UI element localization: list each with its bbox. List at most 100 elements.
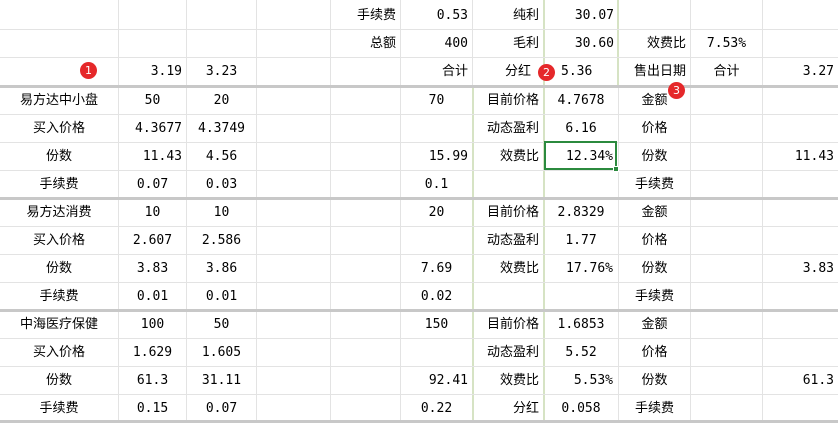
fund-cell[interactable]: 动态盈利 xyxy=(474,227,543,255)
fund-cell[interactable]: 份数 xyxy=(0,255,118,283)
fund-cell[interactable]: 动态盈利 xyxy=(474,115,543,143)
fund-cell[interactable]: 手续费 xyxy=(619,283,690,311)
dividend-value[interactable]: 5.36 xyxy=(557,58,607,86)
fund-cell[interactable]: 目前价格 xyxy=(474,87,543,115)
fund-cell[interactable]: 20 xyxy=(187,87,256,115)
fund-cell[interactable]: 150 xyxy=(401,311,472,339)
net-profit-value[interactable]: 30.07 xyxy=(545,2,618,30)
spreadsheet-grid[interactable]: 手续费 0.53 纯利 30.07 总额 400 毛利 30.60 效费比 7.… xyxy=(0,0,838,423)
fund-cell[interactable]: 价格 xyxy=(619,339,690,367)
fund-cell[interactable]: 手续费 xyxy=(0,283,118,311)
fund-cell[interactable]: 70 xyxy=(401,87,472,115)
fund-cell[interactable]: 金额 xyxy=(619,199,690,227)
net-profit-label[interactable]: 纯利 xyxy=(473,2,543,30)
grid-line xyxy=(330,0,331,423)
fund-name[interactable]: 中海医疗保健 xyxy=(0,311,118,339)
fund-cell[interactable]: 效费比 xyxy=(474,367,543,395)
gross-profit-label[interactable]: 毛利 xyxy=(473,30,543,58)
fund-cell[interactable]: 0.03 xyxy=(187,171,256,199)
fund-cell[interactable]: 手续费 xyxy=(619,395,690,423)
fund-cell[interactable]: 2.586 xyxy=(187,227,256,255)
fund-cell[interactable]: 61.3 xyxy=(119,367,186,395)
fund-cell[interactable]: 4.7678 xyxy=(545,87,617,115)
fund-cell[interactable]: 份数 xyxy=(619,143,690,171)
fund-cell[interactable]: 目前价格 xyxy=(474,311,543,339)
fund-cell[interactable]: 10 xyxy=(187,199,256,227)
fund-cell[interactable]: 50 xyxy=(119,87,186,115)
fund-cell[interactable]: 份数 xyxy=(0,367,118,395)
fund-cell[interactable]: 0.1 xyxy=(401,171,472,199)
fund-cell[interactable]: 0.058 xyxy=(545,395,617,423)
fund-cell[interactable]: 0.01 xyxy=(187,283,256,311)
fund-name[interactable]: 易方达消费 xyxy=(0,199,118,227)
summary-value-2[interactable]: 3.23 xyxy=(187,58,256,86)
selected-cell[interactable] xyxy=(544,141,617,170)
fund-cell[interactable]: 2.607 xyxy=(119,227,186,255)
fund-cell[interactable]: 买入价格 xyxy=(0,339,118,367)
fund-cell[interactable]: 分红 xyxy=(474,395,543,423)
fund-cell[interactable]: 3.86 xyxy=(187,255,256,283)
summary-value-1[interactable]: 3.19 xyxy=(119,58,186,86)
fund-cell[interactable]: 20 xyxy=(401,199,472,227)
fund-cell[interactable]: 手续费 xyxy=(0,171,118,199)
fund-cell[interactable]: 份数 xyxy=(0,143,118,171)
fund-cell[interactable]: 1.6853 xyxy=(545,311,617,339)
fund-cell[interactable]: 买入价格 xyxy=(0,115,118,143)
total-amount-value[interactable]: 400 xyxy=(401,30,472,58)
fund-cell[interactable]: 2.8329 xyxy=(545,199,617,227)
fee-label[interactable]: 手续费 xyxy=(331,2,400,30)
fund-cell[interactable]: 手续费 xyxy=(619,171,690,199)
total-amount-label[interactable]: 总额 xyxy=(331,30,400,58)
fund-cell[interactable]: 15.99 xyxy=(401,143,472,171)
fund-cell[interactable]: 5.53% xyxy=(545,367,617,395)
ratio-label[interactable]: 效费比 xyxy=(619,30,690,58)
fund-cell[interactable]: 金额 xyxy=(619,87,690,115)
sum-value-2[interactable]: 3.27 xyxy=(763,58,838,86)
ratio-value[interactable]: 7.53% xyxy=(691,30,762,58)
fund-cell[interactable]: 10 xyxy=(119,199,186,227)
fund-cell[interactable]: 1.629 xyxy=(119,339,186,367)
fund-name[interactable]: 易方达中小盘 xyxy=(0,87,118,115)
fund-cell[interactable]: 1.77 xyxy=(545,227,617,255)
fund-cell[interactable]: 50 xyxy=(187,311,256,339)
fund-cell[interactable]: 动态盈利 xyxy=(474,339,543,367)
fund-cell[interactable]: 0.22 xyxy=(401,395,472,423)
fund-cell[interactable]: 100 xyxy=(119,311,186,339)
fund-cell[interactable]: 份数 xyxy=(619,367,690,395)
fund-cell[interactable]: 11.43 xyxy=(763,143,838,171)
fund-cell[interactable]: 61.3 xyxy=(763,367,838,395)
fund-cell[interactable]: 效费比 xyxy=(474,143,543,171)
fund-cell[interactable]: 0.07 xyxy=(187,395,256,423)
fund-cell[interactable]: 0.01 xyxy=(119,283,186,311)
fund-cell[interactable]: 目前价格 xyxy=(474,199,543,227)
fund-cell[interactable]: 手续费 xyxy=(0,395,118,423)
fund-cell[interactable]: 0.15 xyxy=(119,395,186,423)
fund-cell[interactable]: 17.76% xyxy=(545,255,617,283)
fund-cell[interactable]: 7.69 xyxy=(401,255,472,283)
fund-cell[interactable]: 买入价格 xyxy=(0,227,118,255)
fund-cell[interactable]: 31.11 xyxy=(187,367,256,395)
fund-cell[interactable]: 份数 xyxy=(619,255,690,283)
fund-cell[interactable]: 6.16 xyxy=(545,115,617,143)
fund-cell[interactable]: 0.02 xyxy=(401,283,472,311)
dividend-label[interactable]: 分红 xyxy=(473,58,535,86)
fee-value[interactable]: 0.53 xyxy=(401,2,472,30)
fund-cell[interactable]: 4.3677 xyxy=(119,115,186,143)
fund-cell[interactable]: 5.52 xyxy=(545,339,617,367)
fund-cell[interactable]: 4.56 xyxy=(187,143,256,171)
fund-cell[interactable]: 价格 xyxy=(619,227,690,255)
sum-label[interactable]: 合计 xyxy=(401,58,472,86)
sum-label-2[interactable]: 合计 xyxy=(691,58,762,86)
fund-cell[interactable]: 11.43 xyxy=(119,143,186,171)
fund-cell[interactable]: 0.07 xyxy=(119,171,186,199)
fund-cell[interactable]: 1.605 xyxy=(187,339,256,367)
fund-cell[interactable]: 4.3749 xyxy=(187,115,256,143)
fund-cell[interactable]: 效费比 xyxy=(474,255,543,283)
fund-cell[interactable]: 价格 xyxy=(619,115,690,143)
fill-handle[interactable] xyxy=(613,166,619,172)
fund-cell[interactable]: 金额 xyxy=(619,311,690,339)
fund-cell[interactable]: 3.83 xyxy=(763,255,838,283)
fund-cell[interactable]: 92.41 xyxy=(401,367,472,395)
gross-profit-value[interactable]: 30.60 xyxy=(545,30,618,58)
fund-cell[interactable]: 3.83 xyxy=(119,255,186,283)
